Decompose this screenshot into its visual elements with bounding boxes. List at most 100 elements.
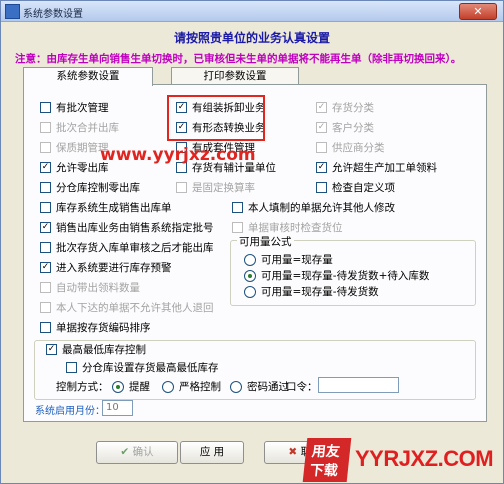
highlight-box bbox=[167, 95, 265, 141]
checkbox-box[interactable] bbox=[40, 202, 51, 213]
per-warehouse-stock-label: 分仓库设置存货最高最低库存 bbox=[82, 362, 219, 374]
checkbox-box[interactable]: ✓ bbox=[46, 344, 57, 355]
available-formula-title: 可用量公式 bbox=[237, 234, 294, 249]
checkbox-c1-1[interactable]: 批次合并出库 bbox=[40, 120, 119, 135]
available-option-0[interactable]: 可用量=现存量 bbox=[244, 252, 333, 267]
checkbox-box[interactable] bbox=[232, 202, 243, 213]
checkbox-label: 自动带出领料数量 bbox=[56, 282, 140, 294]
checkbox-c2-lower-1[interactable]: 单据审核时检查货位 bbox=[232, 220, 343, 235]
checkbox-box[interactable] bbox=[40, 282, 51, 293]
checkbox-box[interactable] bbox=[40, 182, 51, 193]
checkbox-c1-10[interactable]: 本人下达的单据不允许其他人退回 bbox=[40, 300, 214, 315]
radio-label: 密码通过 bbox=[247, 381, 289, 393]
checkbox-box[interactable] bbox=[40, 142, 51, 153]
checkbox-box[interactable] bbox=[40, 302, 51, 313]
control-mode-label: 控制方式： bbox=[56, 381, 109, 393]
check-icon: ✔ bbox=[120, 446, 130, 458]
checkbox-c3-1[interactable]: ✓ 客户分类 bbox=[316, 120, 374, 135]
per-warehouse-stock-checkbox[interactable]: 分仓库设置存货最高最低库存 bbox=[66, 360, 219, 375]
checkbox-c1-8[interactable]: ✓ 进入系统要进行库存预警 bbox=[40, 260, 172, 275]
checkbox-box[interactable] bbox=[40, 322, 51, 333]
dialog-heading: 请按照贵单位的业务认真设置 bbox=[173, 31, 330, 45]
radio-circle[interactable] bbox=[112, 380, 124, 393]
radio-label: 可用量=现存量-待发货数+待入库数 bbox=[261, 270, 430, 282]
checkbox-c3-4[interactable]: 检查自定义项 bbox=[316, 180, 395, 195]
control-mode-0[interactable]: 提醒 bbox=[112, 379, 150, 394]
checkbox-box[interactable]: ✓ bbox=[40, 222, 51, 233]
radio-label: 可用量=现存量-待发货数 bbox=[261, 286, 379, 298]
confirm-button[interactable]: ✔ 确认 bbox=[96, 441, 178, 464]
radio-circle[interactable] bbox=[162, 380, 174, 393]
radio-label: 严格控制 bbox=[179, 381, 221, 393]
checkbox-label: 批次合并出库 bbox=[56, 122, 119, 134]
checkbox-box[interactable]: ✓ bbox=[316, 162, 327, 173]
checkbox-c3-0[interactable]: ✓ 存货分类 bbox=[316, 100, 374, 115]
window-title: 系统参数设置 bbox=[23, 9, 83, 20]
checkbox-label: 批次存货入库单审核之后才能出库 bbox=[56, 242, 214, 254]
checkbox-box[interactable] bbox=[40, 242, 51, 253]
checkbox-box[interactable]: ✓ bbox=[40, 162, 51, 173]
checkbox-box[interactable] bbox=[176, 182, 187, 193]
radio-circle[interactable] bbox=[244, 253, 256, 266]
checkbox-c1-11[interactable]: 单据按存货编码排序 bbox=[40, 320, 151, 335]
confirm-label: 确认 bbox=[132, 446, 154, 458]
checkbox-label: 存货分类 bbox=[332, 102, 374, 114]
checkbox-label: 是固定换算率 bbox=[192, 182, 255, 194]
checkbox-c3-2[interactable]: 供应商分类 bbox=[316, 140, 385, 155]
checkbox-label: 本人填制的单据允许其他人修改 bbox=[248, 202, 395, 214]
checkbox-c3-3[interactable]: ✓ 允许超生产加工单领料 bbox=[316, 160, 437, 175]
checkbox-c1-0[interactable]: 有批次管理 bbox=[40, 100, 109, 115]
checkbox-c1-2[interactable]: 保质期管理 bbox=[40, 140, 109, 155]
password-input[interactable] bbox=[318, 377, 399, 393]
checkbox-box[interactable] bbox=[316, 182, 327, 193]
checkbox-label: 客户分类 bbox=[332, 122, 374, 134]
checkbox-c1-9[interactable]: 自动带出领料数量 bbox=[40, 280, 140, 295]
checkbox-c1-5[interactable]: 库存系统生成销售出库单 bbox=[40, 200, 172, 215]
tab-print-params[interactable]: 打印参数设置 bbox=[171, 67, 299, 85]
tab-system-params[interactable]: 系统参数设置 bbox=[23, 67, 153, 86]
checkbox-label: 允许超生产加工单领料 bbox=[332, 162, 437, 174]
checkbox-label: 检查自定义项 bbox=[332, 182, 395, 194]
radio-label: 可用量=现存量 bbox=[261, 254, 333, 266]
radio-circle[interactable] bbox=[244, 285, 256, 298]
available-option-2[interactable]: 可用量=现存量-待发货数 bbox=[244, 284, 379, 299]
radio-label: 提醒 bbox=[129, 381, 150, 393]
min-stock-label: 最高最低库存控制 bbox=[62, 344, 146, 356]
checkbox-c1-3[interactable]: ✓ 允许零出库 bbox=[40, 160, 109, 175]
checkbox-box[interactable] bbox=[66, 362, 77, 373]
control-mode-1[interactable]: 严格控制 bbox=[162, 379, 221, 394]
checkbox-label: 有批次管理 bbox=[56, 102, 109, 114]
checkbox-label: 分仓库控制零出库 bbox=[56, 182, 140, 194]
title-bar: 系统参数设置 ✕ bbox=[1, 1, 503, 22]
apply-button[interactable]: 应 用 bbox=[180, 441, 244, 464]
min-stock-checkbox[interactable]: ✓ 最高最低库存控制 bbox=[46, 342, 146, 357]
password-label: 口令： bbox=[286, 381, 318, 393]
start-month-input[interactable]: 10 bbox=[102, 400, 133, 416]
close-button[interactable]: ✕ bbox=[459, 3, 497, 20]
checkbox-label: 进入系统要进行库存预警 bbox=[56, 262, 172, 274]
radio-circle[interactable] bbox=[230, 380, 242, 393]
cross-icon: ✖ bbox=[288, 446, 298, 458]
checkbox-c2-4[interactable]: 是固定换算率 bbox=[176, 180, 255, 195]
checkbox-label: 单据审核时检查货位 bbox=[248, 222, 343, 234]
checkbox-c1-7[interactable]: 批次存货入库单审核之后才能出库 bbox=[40, 240, 214, 255]
checkbox-box[interactable]: ✓ bbox=[40, 262, 51, 273]
checkbox-c1-6[interactable]: ✓ 销售出库业务由销售系统指定批号 bbox=[40, 220, 214, 235]
checkbox-box[interactable] bbox=[232, 222, 243, 233]
checkbox-box[interactable] bbox=[40, 122, 51, 133]
logo-line1: 用友 bbox=[311, 444, 341, 460]
radio-circle[interactable] bbox=[244, 269, 256, 282]
logo-line2: 下载 bbox=[309, 463, 339, 479]
checkbox-c1-4[interactable]: 分仓库控制零出库 bbox=[40, 180, 140, 195]
logo-text: YYRJXZ.COM bbox=[355, 446, 494, 471]
checkbox-box[interactable]: ✓ bbox=[316, 122, 327, 133]
control-mode-2[interactable]: 密码通过 bbox=[230, 379, 289, 394]
available-option-1[interactable]: 可用量=现存量-待发货数+待入库数 bbox=[244, 268, 429, 283]
checkbox-c2-lower-0[interactable]: 本人填制的单据允许其他人修改 bbox=[232, 200, 395, 215]
notice-text: 注意：由库存生单向销售生单切换时，已审核但未生单的单据将不能再生单（除非再切换回… bbox=[15, 53, 462, 65]
checkbox-box[interactable] bbox=[316, 142, 327, 153]
checkbox-box[interactable] bbox=[40, 102, 51, 113]
checkbox-label: 销售出库业务由销售系统指定批号 bbox=[56, 222, 214, 234]
checkbox-box[interactable]: ✓ bbox=[316, 102, 327, 113]
checkbox-label: 单据按存货编码排序 bbox=[56, 322, 151, 334]
